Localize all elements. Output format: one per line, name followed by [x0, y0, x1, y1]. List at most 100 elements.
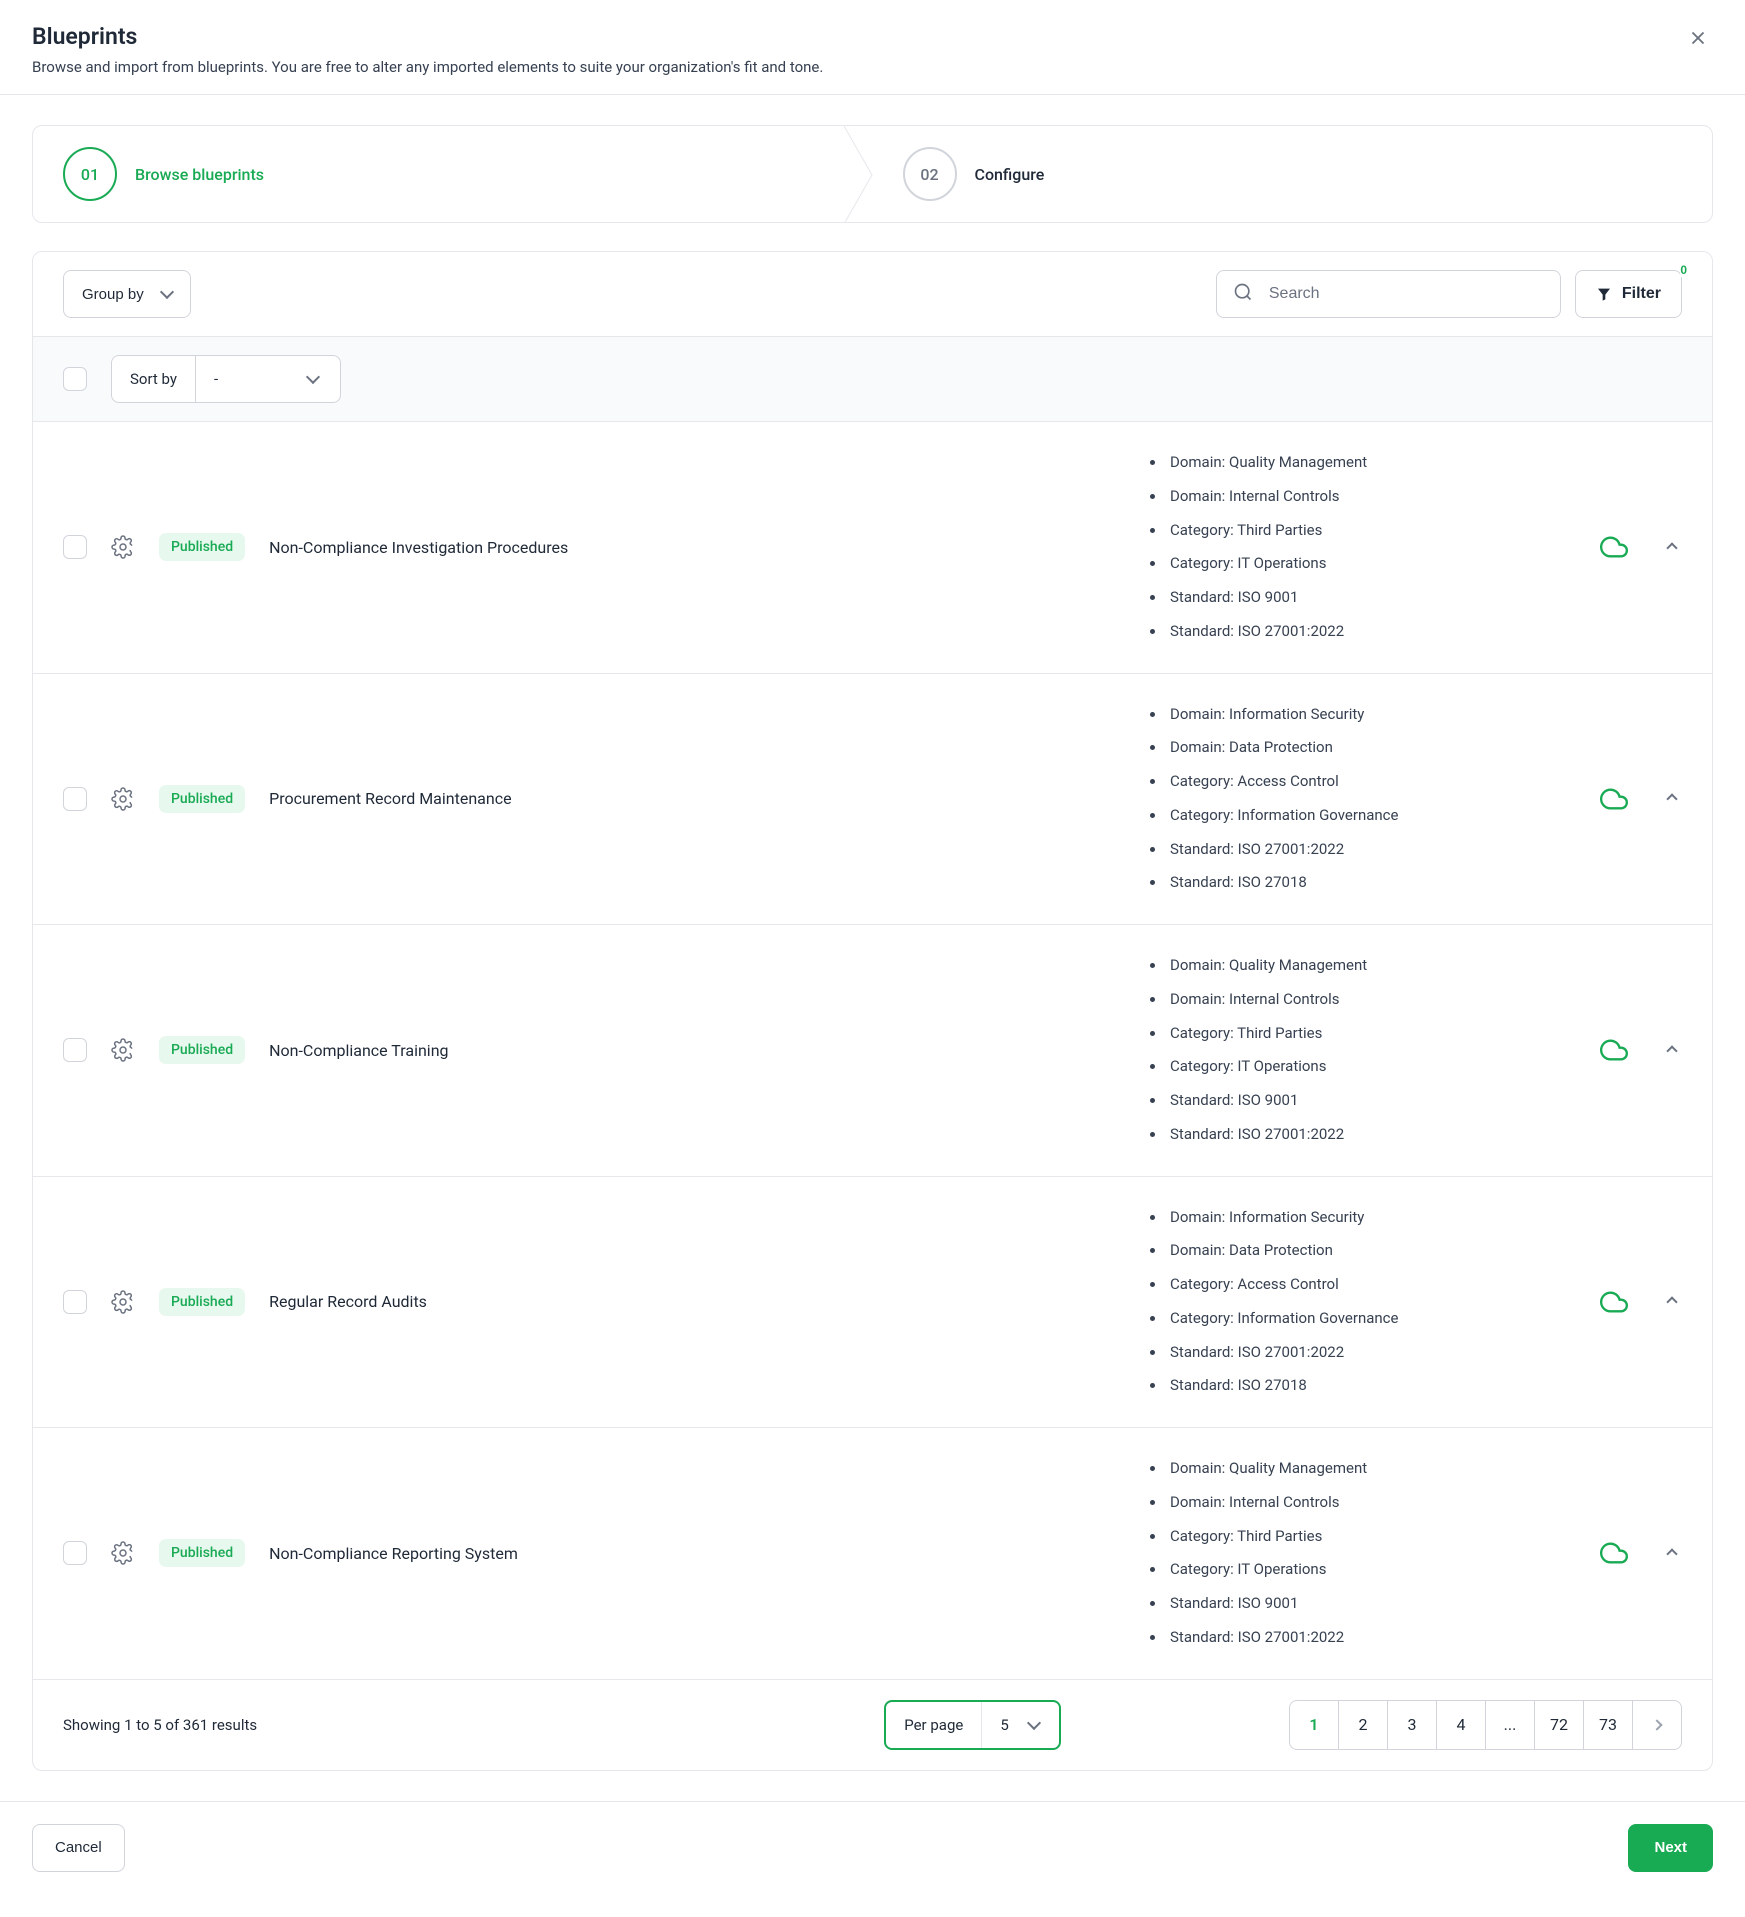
filter-label: Filter	[1622, 285, 1661, 303]
collapse-button[interactable]	[1662, 534, 1682, 561]
row-title: Non-Compliance Investigation Procedures	[269, 538, 1122, 557]
gear-icon	[111, 1541, 135, 1565]
sort-by-value: -	[214, 370, 218, 388]
row-tag: Standard: ISO 9001	[1166, 1587, 1566, 1621]
row-title: Non-Compliance Training	[269, 1041, 1122, 1060]
row-tag: Domain: Data Protection	[1166, 1234, 1566, 1268]
results-count: Showing 1 to 5 of 361 results	[63, 1716, 676, 1734]
chevron-up-icon	[1666, 1548, 1677, 1559]
row-checkbox[interactable]	[63, 1290, 87, 1314]
sort-by-dropdown[interactable]: -	[196, 356, 340, 402]
status-badge: Published	[159, 785, 245, 813]
sort-row: Sort by -	[33, 336, 1712, 422]
collapse-button[interactable]	[1662, 1540, 1682, 1567]
page-...: ...	[1485, 1700, 1535, 1750]
page-2[interactable]: 2	[1338, 1700, 1388, 1750]
next-button[interactable]: Next	[1628, 1824, 1713, 1872]
step-browse-blueprints[interactable]: 01 Browse blueprints	[33, 126, 873, 222]
cancel-button[interactable]: Cancel	[32, 1824, 125, 1872]
collapse-button[interactable]	[1662, 1288, 1682, 1315]
table-row: PublishedProcurement Record MaintenanceD…	[33, 674, 1712, 926]
row-tag: Category: Information Governance	[1166, 1302, 1566, 1336]
filter-count-badge: 0	[1680, 263, 1687, 277]
step-configure[interactable]: 02 Configure	[873, 126, 1713, 222]
chevron-up-icon	[1666, 794, 1677, 805]
collapse-button[interactable]	[1662, 1037, 1682, 1064]
row-tag: Category: IT Operations	[1166, 547, 1566, 581]
page-4[interactable]: 4	[1436, 1700, 1486, 1750]
row-checkbox[interactable]	[63, 1541, 87, 1565]
per-page-dropdown[interactable]: 5	[982, 1702, 1058, 1748]
page-72[interactable]: 72	[1534, 1700, 1584, 1750]
search-icon	[1233, 282, 1253, 306]
select-all-checkbox[interactable]	[63, 367, 87, 391]
chevron-down-icon	[160, 285, 174, 299]
blueprints-table: Group by Filter 0 Sort by -	[32, 251, 1713, 1771]
step-2-number: 02	[903, 147, 957, 201]
row-tags: Domain: Information SecurityDomain: Data…	[1146, 1201, 1566, 1404]
status-badge: Published	[159, 1036, 245, 1064]
table-toolbar: Group by Filter 0	[33, 252, 1712, 336]
status-badge: Published	[159, 1288, 245, 1316]
row-tag: Standard: ISO 27001:2022	[1166, 1621, 1566, 1655]
row-checkbox[interactable]	[63, 535, 87, 559]
pagination-row: Showing 1 to 5 of 361 results Per page 5…	[33, 1679, 1712, 1770]
cloud-icon[interactable]	[1590, 533, 1638, 561]
row-tags: Domain: Quality ManagementDomain: Intern…	[1146, 949, 1566, 1152]
row-tags: Domain: Information SecurityDomain: Data…	[1146, 698, 1566, 901]
row-tag: Domain: Quality Management	[1166, 446, 1566, 480]
status-badge: Published	[159, 533, 245, 561]
sort-by-label: Sort by	[112, 356, 196, 402]
chevron-up-icon	[1666, 542, 1677, 553]
row-checkbox[interactable]	[63, 1038, 87, 1062]
row-tag: Category: Access Control	[1166, 765, 1566, 799]
row-tag: Standard: ISO 27001:2022	[1166, 615, 1566, 649]
page-next[interactable]	[1632, 1700, 1682, 1750]
chevron-up-icon	[1666, 1045, 1677, 1056]
chevron-down-icon	[1027, 1715, 1041, 1729]
row-tag: Domain: Internal Controls	[1166, 983, 1566, 1017]
group-by-dropdown[interactable]: Group by	[63, 270, 191, 318]
close-icon	[1687, 27, 1709, 49]
row-checkbox[interactable]	[63, 787, 87, 811]
row-tag: Domain: Information Security	[1166, 698, 1566, 732]
stepper: 01 Browse blueprints 02 Configure	[32, 125, 1713, 223]
chevron-down-icon	[306, 370, 320, 384]
row-tag: Domain: Internal Controls	[1166, 1486, 1566, 1520]
page-3[interactable]: 3	[1387, 1700, 1437, 1750]
per-page-control: Per page 5	[884, 1700, 1061, 1750]
row-tag: Domain: Quality Management	[1166, 1452, 1566, 1486]
row-tag: Standard: ISO 27018	[1166, 1369, 1566, 1403]
cloud-icon[interactable]	[1590, 1036, 1638, 1064]
row-tag: Category: Third Parties	[1166, 1017, 1566, 1051]
row-tag: Standard: ISO 27001:2022	[1166, 1336, 1566, 1370]
cloud-icon[interactable]	[1590, 1539, 1638, 1567]
row-tag: Standard: ISO 9001	[1166, 1084, 1566, 1118]
filter-button[interactable]: Filter 0	[1575, 270, 1682, 318]
step-1-number: 01	[63, 147, 117, 201]
close-button[interactable]	[1683, 23, 1713, 56]
step-separator	[844, 126, 874, 223]
row-tag: Category: Information Governance	[1166, 799, 1566, 833]
collapse-button[interactable]	[1662, 785, 1682, 812]
sort-by-control: Sort by -	[111, 355, 341, 403]
search-input[interactable]	[1216, 270, 1561, 318]
group-by-label: Group by	[82, 286, 144, 303]
page-73[interactable]: 73	[1583, 1700, 1633, 1750]
filter-icon	[1596, 286, 1612, 302]
row-tag: Category: Third Parties	[1166, 1520, 1566, 1554]
per-page-label: Per page	[886, 1702, 982, 1748]
page-subtitle: Browse and import from blueprints. You a…	[32, 58, 823, 76]
table-row: Published Non-Compliance Investigation Pr…	[33, 422, 1712, 674]
row-tag: Domain: Quality Management	[1166, 949, 1566, 983]
row-title: Regular Record Audits	[269, 1292, 1122, 1311]
search-box	[1216, 270, 1561, 318]
page-1[interactable]: 1	[1289, 1700, 1339, 1750]
row-tag: Standard: ISO 27018	[1166, 866, 1566, 900]
cloud-icon[interactable]	[1590, 785, 1638, 813]
per-page-value: 5	[1000, 1716, 1008, 1734]
status-badge: Published	[159, 1539, 245, 1567]
cloud-icon[interactable]	[1590, 1288, 1638, 1316]
gear-icon	[111, 1290, 135, 1314]
gear-icon	[111, 1038, 135, 1062]
